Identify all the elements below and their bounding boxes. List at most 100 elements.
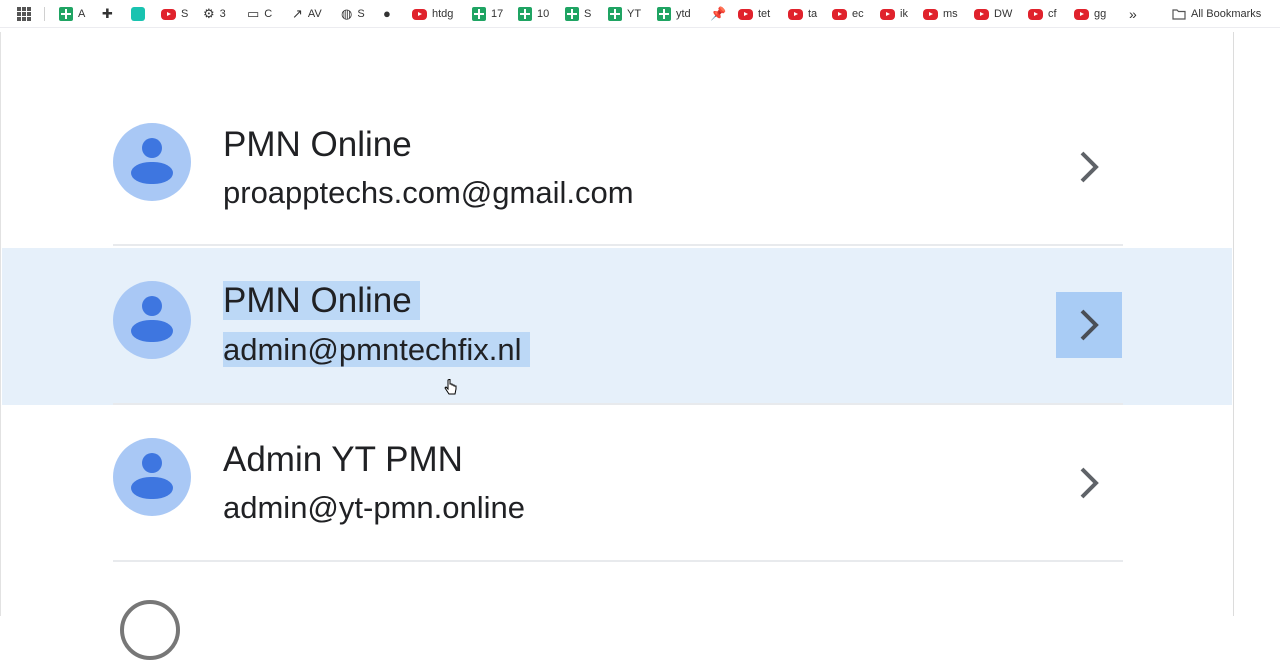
bookmark-label: DW — [994, 8, 1013, 20]
divider — [113, 560, 1123, 562]
account-name: PMN Online — [223, 281, 420, 321]
bookmark-label: S — [181, 8, 189, 20]
account-chevron[interactable] — [1056, 134, 1122, 200]
all-bookmarks-label: All Bookmarks — [1191, 8, 1262, 20]
canva-icon — [131, 7, 145, 21]
bookmark-label: ta — [808, 8, 818, 20]
avatar-person-icon — [142, 296, 162, 316]
chevron-right-icon — [1080, 151, 1099, 183]
bookmark-label: ec — [852, 8, 864, 20]
content-right-border — [1233, 32, 1234, 616]
bookmark-item[interactable]: ec — [832, 0, 864, 28]
bookmark-item[interactable]: ik — [880, 0, 908, 28]
chevron-double-right-icon: » — [1129, 6, 1137, 22]
bookmarks-separator — [44, 7, 45, 21]
bookmark-item[interactable]: ↗ AV — [292, 0, 322, 28]
bookmark-item[interactable]: ✚ — [102, 0, 118, 28]
all-bookmarks-button[interactable]: All Bookmarks — [1172, 0, 1261, 28]
bookmark-item[interactable]: htdg — [412, 0, 453, 28]
youtube-icon — [788, 8, 803, 20]
youtube-icon — [974, 8, 989, 20]
youtube-icon — [1074, 8, 1089, 20]
account-chevron[interactable] — [1056, 292, 1122, 358]
pin-icon: 📌 — [710, 6, 727, 21]
bookmark-item[interactable]: 17 — [472, 0, 503, 28]
hand-cursor-icon — [444, 379, 457, 395]
sheets-icon — [472, 7, 486, 21]
bookmark-item[interactable] — [131, 0, 150, 28]
bookmark-item[interactable]: A — [59, 0, 85, 28]
account-row[interactable]: PMN Online proapptechs.com@gmail.com — [2, 90, 1232, 247]
avatar-body — [131, 477, 173, 499]
youtube-icon — [161, 8, 176, 20]
bookmark-label: A — [78, 8, 86, 20]
bookmark-item[interactable]: 📌 — [710, 0, 731, 28]
bookmark-item[interactable]: gg — [1074, 0, 1106, 28]
content-left-border — [0, 32, 1, 616]
bookmark-item[interactable]: 10 — [518, 0, 549, 28]
bookmark-label: ms — [943, 8, 958, 20]
divider — [113, 244, 1123, 246]
account-row-selected[interactable]: PMN Online admin@pmntechfix.nl — [2, 248, 1232, 405]
globe-icon: ◍ — [341, 6, 353, 21]
bookmark-item[interactable]: tet — [738, 0, 770, 28]
bookmark-label: gg — [1094, 8, 1107, 20]
bookmark-label: ik — [900, 8, 908, 20]
folder-icon: ▭ — [247, 6, 260, 21]
bookmark-label: cf — [1048, 8, 1057, 20]
bookmark-item[interactable]: YT — [608, 0, 641, 28]
youtube-icon — [412, 8, 427, 20]
sheets-icon — [657, 7, 671, 21]
bookmark-label: AV — [307, 8, 322, 20]
bookmark-label: htdg — [432, 8, 454, 20]
bookmark-item[interactable]: DW — [974, 0, 1012, 28]
chatgpt-icon: ⚙ — [203, 6, 215, 21]
github-icon: ● — [383, 6, 391, 21]
account-name: Admin YT PMN — [223, 440, 463, 479]
bookmark-item[interactable]: ⚙ 3 — [203, 0, 226, 28]
bookmark-label: ytd — [676, 8, 691, 20]
bookmark-label: YT — [627, 8, 642, 20]
account-email: admin@yt-pmn.online — [223, 490, 525, 525]
use-another-account-icon[interactable] — [120, 600, 180, 660]
chevron-right-icon — [1080, 309, 1099, 341]
avatar — [113, 123, 191, 201]
sheets-icon — [59, 7, 73, 21]
folder-icon — [1172, 9, 1186, 20]
account-chevron[interactable] — [1056, 450, 1122, 516]
account-email: proapptechs.com@gmail.com — [223, 175, 634, 210]
bookmark-item[interactable]: ▭ C — [247, 0, 272, 28]
bookmark-label: S — [584, 8, 592, 20]
avatar-person-icon — [142, 138, 162, 158]
bookmark-item[interactable]: S — [565, 0, 591, 28]
bookmark-label: C — [264, 8, 273, 20]
account-email: admin@pmntechfix.nl — [223, 332, 530, 368]
bookmark-label: 10 — [537, 8, 550, 20]
apps-grid-icon[interactable] — [16, 6, 32, 22]
bookmark-item[interactable]: S — [161, 0, 188, 28]
bookmark-item[interactable]: cf — [1028, 0, 1057, 28]
bookmarks-bar: A ✚ S ⚙ 3 ▭ C ↗ AV ◍ S ● htdg 17 10 S YT ytd… — [0, 0, 1280, 28]
youtube-icon — [738, 8, 753, 20]
sheets-icon — [608, 7, 622, 21]
bookmark-label: 17 — [491, 8, 504, 20]
youtube-icon — [832, 8, 847, 20]
extension-icon: ✚ — [102, 6, 113, 21]
bookmark-item[interactable]: ● — [383, 0, 396, 28]
bookmark-item[interactable]: ◍ S — [341, 0, 365, 28]
bookmark-label: S — [357, 8, 365, 20]
bookmark-item[interactable]: ta — [788, 0, 817, 28]
bookmark-label: tet — [758, 8, 771, 20]
bookmark-item[interactable]: ms — [923, 0, 958, 28]
bookmark-label: 3 — [219, 8, 226, 20]
sheets-icon — [565, 7, 579, 21]
account-name: PMN Online — [223, 125, 412, 164]
avatar-body — [131, 320, 173, 342]
bookmarks-overflow-button[interactable]: » — [1129, 0, 1137, 28]
avatar-body — [131, 162, 173, 184]
account-row[interactable]: Admin YT PMN admin@yt-pmn.online — [2, 405, 1232, 562]
youtube-icon — [923, 8, 938, 20]
account-name-text: PMN Online — [223, 281, 420, 320]
bookmark-item[interactable]: ytd — [657, 0, 691, 28]
chevron-right-icon — [1080, 467, 1099, 499]
